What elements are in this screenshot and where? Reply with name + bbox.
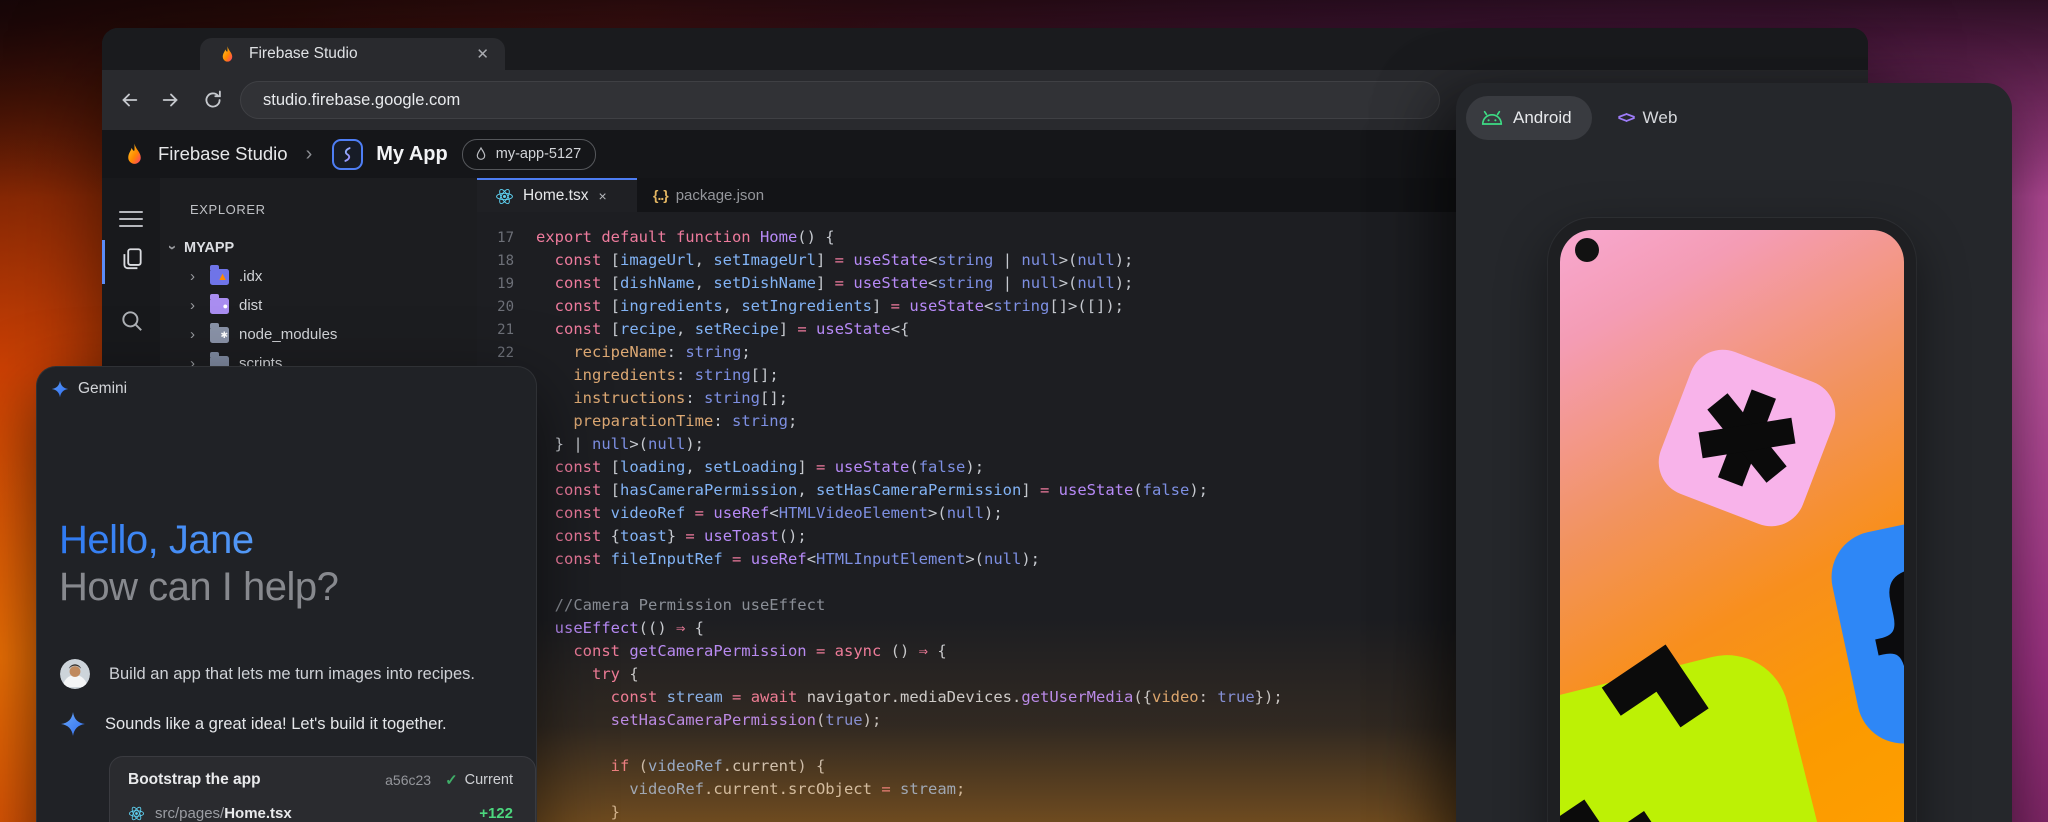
- blue-brace-card: {: [1823, 497, 1904, 752]
- chevron-right-icon: ›: [190, 326, 204, 343]
- gemini-spark-icon: [60, 711, 86, 737]
- product-name[interactable]: Firebase Studio: [158, 143, 288, 165]
- lime-brackets-card: [1560, 642, 1852, 822]
- check-icon: ✓: [445, 771, 458, 789]
- tree-item-node-modules[interactable]: › ✱ node_modules: [190, 320, 337, 349]
- gemini-message: Sounds like a great idea! Let's build it…: [60, 711, 447, 737]
- greeting-question: How can I help?: [59, 564, 338, 611]
- forward-icon[interactable]: [160, 89, 182, 111]
- user-message-text: Build an app that lets me turn images in…: [109, 665, 475, 684]
- camera-punch-hole: [1575, 238, 1599, 262]
- changed-file-row[interactable]: src/pages/Home.tsx +122: [128, 805, 513, 822]
- spark-s-icon: [339, 146, 356, 163]
- explorer-title: EXPLORER: [190, 202, 266, 217]
- browser-titlebar: Firebase Studio ✕: [102, 28, 1868, 70]
- asterisk-icon: [1682, 373, 1811, 502]
- tab-label: Home.tsx: [523, 187, 588, 205]
- menu-icon[interactable]: [119, 206, 143, 232]
- phone-screen: {: [1560, 230, 1904, 822]
- file-path: src/pages/Home.tsx: [155, 805, 292, 822]
- file-name: Home.tsx: [224, 805, 292, 822]
- tab-package-json[interactable]: {..} package.json: [637, 178, 812, 212]
- android-toggle-button[interactable]: Android: [1466, 96, 1592, 140]
- gemini-message-text: Sounds like a great idea! Let's build it…: [105, 715, 447, 734]
- gemini-panel: Gemini Hello, Jane How can I help? Build…: [36, 366, 537, 822]
- url-bar[interactable]: studio.firebase.google.com: [240, 81, 1440, 119]
- preview-panel: Android <> Web {: [1456, 83, 2012, 822]
- pink-asterisk-card: [1649, 340, 1845, 536]
- water-drop-icon: [473, 146, 489, 162]
- tree-root-label: MYAPP: [184, 240, 234, 256]
- workspace-pill[interactable]: my-app-5127: [462, 139, 596, 170]
- chevron-right-icon: ›: [190, 297, 204, 314]
- corner-brackets-icon: [1560, 618, 1778, 822]
- diff-added-count: +122: [479, 805, 513, 822]
- avatar-photo: [60, 659, 90, 689]
- react-icon: [128, 805, 145, 822]
- bootstrap-title: Bootstrap the app: [128, 771, 385, 789]
- tab-close-icon[interactable]: ×: [598, 188, 606, 204]
- gemini-spark-icon: [51, 380, 69, 398]
- tree-item-label: dist: [239, 297, 262, 314]
- stage: Firebase Studio ✕ studio.firebase.google…: [0, 0, 2048, 822]
- gemini-header: Gemini: [51, 380, 127, 398]
- react-icon: [495, 187, 514, 206]
- preview-target-toggle: Android <> Web: [1466, 96, 1678, 140]
- bootstrap-card-header: Bootstrap the app a56c23 ✓ Current: [128, 771, 513, 789]
- json-braces-icon: {..}: [653, 187, 668, 203]
- greeting-name: Hello, Jane: [59, 517, 338, 564]
- web-toggle-label: Web: [1642, 108, 1677, 128]
- firebase-logo-icon: [122, 142, 147, 167]
- app-name[interactable]: My App: [376, 143, 447, 166]
- status-badge: Current: [465, 772, 513, 788]
- chevron-right-icon: ›: [190, 268, 204, 285]
- bootstrap-card[interactable]: Bootstrap the app a56c23 ✓ Current src/p…: [109, 756, 536, 822]
- reload-icon[interactable]: [202, 89, 224, 111]
- browser-tab-close-icon[interactable]: ✕: [476, 45, 489, 63]
- browser-tab[interactable]: Firebase Studio ✕: [200, 38, 505, 70]
- curly-brace-icon: {: [1841, 549, 1904, 718]
- web-toggle-button[interactable]: <> Web: [1618, 108, 1678, 128]
- android-toggle-label: Android: [1513, 108, 1572, 128]
- active-view-indicator: [102, 240, 105, 284]
- dist-folder-icon: ●: [210, 298, 229, 314]
- code-brackets-icon: <>: [1618, 108, 1634, 128]
- gemini-title: Gemini: [78, 380, 127, 398]
- url-text: studio.firebase.google.com: [263, 91, 460, 110]
- android-robot-icon: [1480, 110, 1504, 126]
- prototyper-agent-icon[interactable]: [332, 139, 363, 170]
- tab-home-tsx[interactable]: Home.tsx ×: [477, 178, 637, 212]
- search-icon[interactable]: [119, 308, 145, 334]
- tree-root-myapp[interactable]: › MYAPP: [170, 233, 234, 262]
- back-icon[interactable]: [118, 89, 140, 111]
- chevron-down-icon: ›: [170, 239, 184, 256]
- tab-label: package.json: [676, 187, 764, 204]
- explorer-files-icon[interactable]: [119, 246, 145, 272]
- firebase-favicon-icon: [218, 45, 237, 64]
- user-message: Build an app that lets me turn images in…: [60, 659, 475, 689]
- idx-folder-icon: ▲: [210, 269, 229, 285]
- tree-item-dist[interactable]: › ● dist: [190, 291, 262, 320]
- browser-tab-title: Firebase Studio: [249, 45, 476, 63]
- node-modules-folder-icon: ✱: [210, 327, 229, 343]
- tree-item-idx[interactable]: › ▲ .idx: [190, 262, 262, 291]
- workspace-id: my-app-5127: [496, 146, 581, 162]
- tree-item-label: .idx: [239, 268, 262, 285]
- android-phone-frame: {: [1548, 218, 1916, 822]
- commit-hash: a56c23: [385, 772, 431, 788]
- breadcrumb: ›: [306, 143, 313, 166]
- tree-item-label: node_modules: [239, 326, 337, 343]
- user-avatar: [60, 659, 90, 689]
- gemini-greeting: Hello, Jane How can I help?: [59, 517, 338, 611]
